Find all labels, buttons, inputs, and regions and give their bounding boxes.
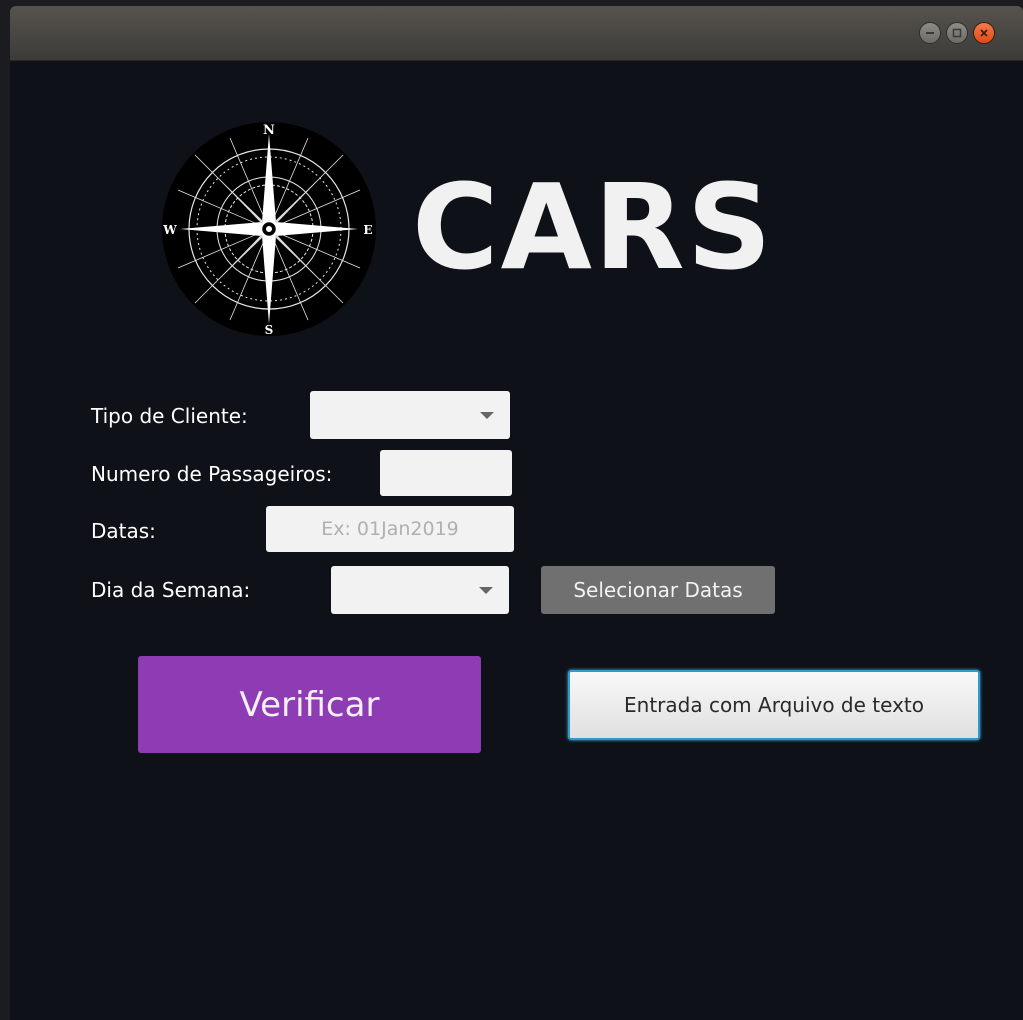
minimize-button[interactable]: [919, 22, 941, 44]
file-input-button[interactable]: Entrada com Arquivo de texto: [568, 670, 980, 740]
close-button[interactable]: [973, 22, 995, 44]
select-dates-button[interactable]: Selecionar Datas: [541, 566, 775, 614]
dates-label: Datas:: [91, 519, 156, 543]
passengers-input[interactable]: [380, 450, 512, 496]
passengers-label: Numero de Passageiros:: [91, 462, 333, 486]
maximize-button[interactable]: [946, 22, 968, 44]
chevron-down-icon: [480, 412, 494, 419]
weekday-label: Dia da Semana:: [91, 578, 251, 602]
compass-rose-icon: N E S W: [162, 122, 376, 337]
close-icon: [980, 29, 988, 37]
compass-west-label: W: [162, 223, 177, 237]
minimize-icon: [926, 32, 934, 34]
compass-south-label: S: [265, 323, 274, 337]
app-title: CARS: [412, 158, 774, 296]
chevron-down-icon: [479, 587, 493, 594]
app-window: N E S W CARS Tipo de Cliente: Numero de …: [10, 6, 1023, 1020]
maximize-icon: [952, 28, 962, 38]
dates-input[interactable]: [266, 506, 514, 552]
compass-north-label: N: [263, 123, 275, 138]
window-titlebar[interactable]: [10, 6, 1023, 61]
compass-east-label: E: [363, 223, 372, 237]
client-type-select[interactable]: [310, 391, 510, 439]
client-type-label: Tipo de Cliente:: [91, 404, 248, 428]
weekday-select[interactable]: [331, 566, 509, 614]
verify-button[interactable]: Verificar: [138, 656, 481, 753]
